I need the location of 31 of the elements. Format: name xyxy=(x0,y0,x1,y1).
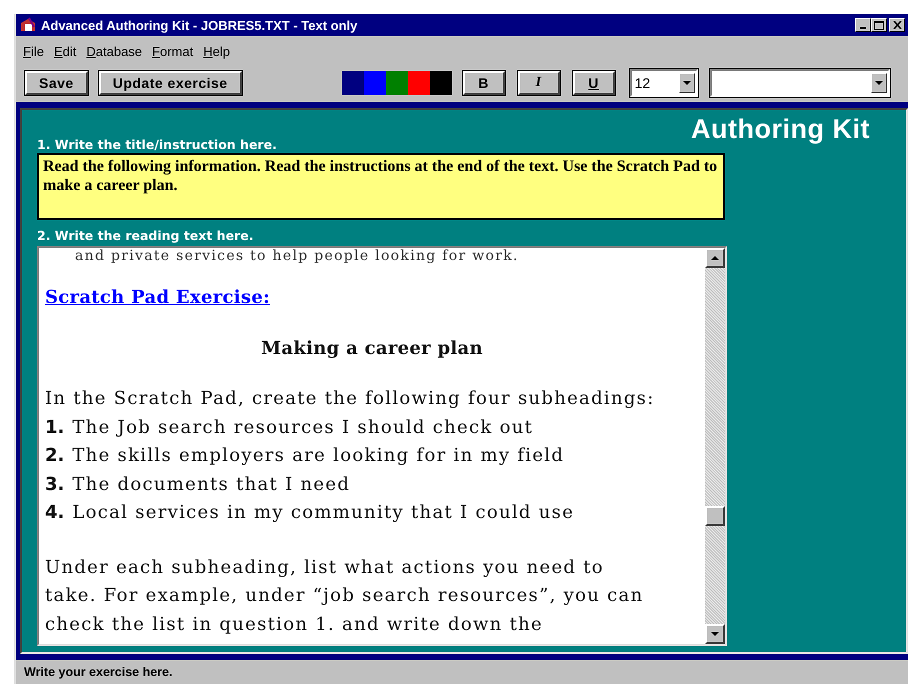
maximize-button[interactable] xyxy=(871,18,887,32)
dropdown-arrow-icon xyxy=(874,80,883,86)
close-icon xyxy=(892,21,902,29)
menu-item[interactable]: Format xyxy=(147,44,198,58)
color-swatch[interactable] xyxy=(430,71,452,95)
menu-item[interactable]: Edit xyxy=(48,44,82,58)
underline-button[interactable]: U xyxy=(572,71,615,95)
dropdown-arrow-icon xyxy=(682,80,691,86)
brand-title: Authoring Kit xyxy=(691,114,870,145)
color-swatch[interactable] xyxy=(342,71,364,95)
title-input-field[interactable]: Read the following information. Read the instructions at the end of the text. Use the Scratch Pad to make a career plan. xyxy=(37,153,725,220)
color-swatch[interactable] xyxy=(408,71,430,95)
status-text: Write your exercise here. xyxy=(24,665,172,679)
maximize-icon xyxy=(874,20,884,30)
bold-button[interactable]: B xyxy=(462,71,505,95)
toolbar-button[interactable]: Update exercise xyxy=(98,71,242,95)
italic-button[interactable]: I xyxy=(518,71,560,95)
font-name-dropdown[interactable] xyxy=(710,69,890,97)
color-swatch[interactable] xyxy=(386,71,408,95)
close-button[interactable] xyxy=(889,18,905,32)
font-size-dropdown[interactable]: 12 xyxy=(630,69,698,97)
menu-item[interactable]: Help xyxy=(198,44,235,58)
field-label: 1. Write the title/instruction here. xyxy=(37,137,278,153)
window-title: Advanced Authoring Kit - JOBRES5.TXT - Text only xyxy=(41,18,358,32)
menu-item[interactable]: File xyxy=(18,44,49,58)
menu-item[interactable]: Database xyxy=(81,44,148,58)
toolbar-button[interactable]: Save xyxy=(25,71,88,95)
color-swatch[interactable] xyxy=(364,71,386,95)
field-label: 2. Write the reading text here. xyxy=(37,228,254,244)
minimize-button[interactable] xyxy=(855,18,871,32)
app-icon xyxy=(19,17,37,33)
